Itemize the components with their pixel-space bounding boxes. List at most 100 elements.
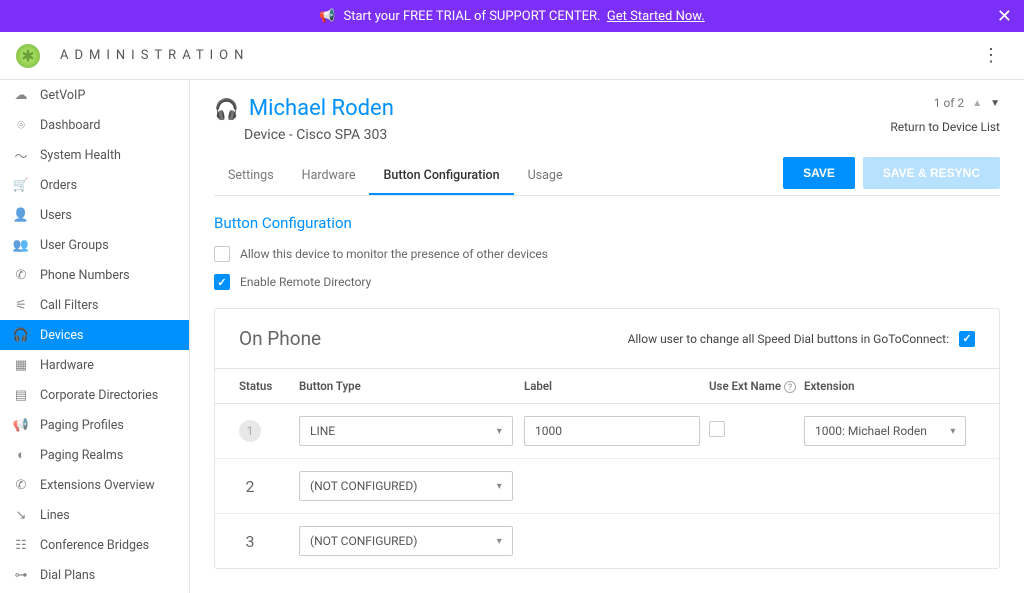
tab-settings[interactable]: Settings: [214, 158, 288, 195]
table-row: 3 (NOT CONFIGURED): [215, 514, 999, 568]
sidebar-item-label: Corporate Directories: [40, 388, 158, 403]
col-btype: Button Type: [299, 379, 524, 393]
sidebar-item-extensions-overview[interactable]: ✆Extensions Overview: [0, 470, 189, 500]
paginator-prev-icon[interactable]: ▲: [972, 98, 982, 109]
sidebar-icon: 🛒: [12, 177, 30, 193]
sidebar-item-call-filters[interactable]: ⚟ Call Filters: [0, 290, 189, 320]
headset-icon: 🎧: [214, 97, 239, 121]
paginator: 1 of 2 ▲ ▼: [890, 96, 1000, 110]
paginator-next-icon[interactable]: ▼: [990, 98, 1000, 109]
label-input[interactable]: 1000: [524, 416, 700, 446]
sidebar-item-users[interactable]: 👤 Users: [0, 200, 189, 230]
panel-title: On Phone: [239, 327, 321, 350]
sidebar-item-system-health[interactable]: 〜System Health: [0, 140, 189, 170]
allow-speed-dial-checkbox[interactable]: [959, 331, 975, 347]
sidebar-icon: 👥: [12, 237, 30, 253]
table-row: 1 LINE 1000 1000: Michael Roden: [215, 404, 999, 459]
app-logo-icon[interactable]: [16, 44, 40, 68]
sidebar-icon: ▦: [12, 357, 30, 373]
section-title: Button Configuration: [214, 214, 1000, 232]
sidebar-item-label: Hardware: [40, 358, 94, 373]
save-resync-button: SAVE & RESYNC: [863, 157, 1000, 189]
paginator-text: 1 of 2: [934, 96, 964, 110]
extension-select[interactable]: 1000: Michael Roden: [804, 416, 966, 446]
sidebar-item-label: Phone Numbers: [40, 268, 130, 283]
sidebar-item-label: Call Filters: [40, 298, 99, 313]
allow-speed-dial-label: Allow user to change all Speed Dial butt…: [628, 332, 949, 346]
save-button[interactable]: SAVE: [783, 157, 855, 189]
sidebar-item-label: Devices: [40, 328, 83, 343]
sidebar-icon: ⌾: [12, 117, 30, 133]
col-ext: Extension: [804, 379, 975, 393]
col-uext: Use Ext Name?: [709, 379, 804, 393]
sidebar-icon: 📢: [12, 417, 30, 433]
col-status: Status: [239, 379, 299, 393]
sidebar-item-phone-numbers[interactable]: ✆ Phone Numbers: [0, 260, 189, 290]
sidebar-item-label: Paging Profiles: [40, 418, 124, 433]
sidebar-item-corporate-directories[interactable]: ▤ Corporate Directories: [0, 380, 189, 410]
kebab-icon: [982, 50, 1000, 65]
sidebar-icon: ☷: [12, 537, 30, 553]
button-type-select[interactable]: (NOT CONFIGURED): [299, 471, 513, 501]
sidebar-item-getvoip[interactable]: ☁GetVoIP: [0, 80, 189, 110]
sidebar-item-label: System Health: [40, 148, 121, 163]
sidebar-item-lines[interactable]: ↘Lines: [0, 500, 189, 530]
monitor-presence-checkbox[interactable]: [214, 246, 230, 262]
sidebar-item-hardware[interactable]: ▦ Hardware: [0, 350, 189, 380]
sidebar-item-paging-profiles[interactable]: 📢 Paging Profiles: [0, 410, 189, 440]
main-content: 🎧 Michael Roden Device - Cisco SPA 303 1…: [190, 80, 1024, 593]
sidebar-item-user-groups[interactable]: 👥User Groups: [0, 230, 189, 260]
sidebar-item-label: Dashboard: [40, 118, 100, 133]
page-title[interactable]: Michael Roden: [249, 96, 394, 121]
app-title: ADMINISTRATION: [60, 48, 249, 63]
sidebar-item-label: Users: [40, 208, 72, 223]
row-number: 2: [239, 477, 261, 496]
use-ext-name-checkbox[interactable]: [709, 421, 725, 437]
status-badge: 1: [239, 420, 261, 442]
header-menu-button[interactable]: [974, 37, 1008, 74]
on-phone-panel: On Phone Allow user to change all Speed …: [214, 308, 1000, 569]
button-type-select[interactable]: (NOT CONFIGURED): [299, 526, 513, 556]
sidebar-icon: ✆: [12, 477, 30, 493]
sidebar-item-label: Lines: [40, 508, 70, 523]
sidebar-item-orders[interactable]: 🛒 Orders: [0, 170, 189, 200]
sidebar-item-paging-realms[interactable]: ◐ Paging Realms: [0, 440, 189, 470]
banner-link[interactable]: Get Started Now.: [607, 9, 705, 24]
banner-text: Start your FREE TRIAL of SUPPORT CENTER.: [343, 9, 600, 24]
remote-directory-label: Enable Remote Directory: [240, 275, 371, 289]
sidebar-item-conference-bridges[interactable]: ☷ Conference Bridges: [0, 530, 189, 560]
app-header: ADMINISTRATION: [0, 32, 1024, 80]
table-header: Status Button Type Label Use Ext Name? E…: [215, 369, 999, 404]
help-icon[interactable]: ?: [784, 381, 796, 393]
close-icon[interactable]: ✕: [997, 6, 1012, 27]
row-number: 3: [239, 532, 261, 551]
sidebar-icon: ⚟: [12, 297, 30, 313]
sidebar-icon: ▤: [12, 387, 30, 403]
monitor-presence-label: Allow this device to monitor the presenc…: [240, 247, 548, 261]
tab-button-configuration[interactable]: Button Configuration: [369, 158, 513, 195]
sidebar-icon: 🎧: [12, 327, 30, 343]
tab-hardware[interactable]: Hardware: [288, 158, 370, 195]
tab-usage[interactable]: Usage: [514, 158, 577, 195]
sidebar-item-label: Conference Bridges: [40, 538, 149, 553]
tab-bar: SettingsHardwareButton ConfigurationUsag…: [214, 157, 1000, 196]
sidebar-item-dial-plans[interactable]: ⊶ Dial Plans: [0, 560, 189, 590]
megaphone-icon: 📢: [319, 9, 335, 24]
button-type-select[interactable]: LINE: [299, 416, 513, 446]
sidebar: ☁GetVoIP ⌾ Dashboard 〜System Health 🛒 Orders 👤…: [0, 80, 190, 593]
sidebar-icon: ⊶: [12, 567, 30, 583]
sidebar-item-dashboard[interactable]: ⌾ Dashboard: [0, 110, 189, 140]
sidebar-icon: 👤: [12, 207, 30, 223]
col-label: Label: [524, 379, 709, 393]
sidebar-icon: ✆: [12, 267, 30, 283]
return-link[interactable]: Return to Device List: [890, 120, 1000, 134]
sidebar-item-label: Paging Realms: [40, 448, 123, 463]
sidebar-item-label: GetVoIP: [40, 88, 85, 103]
sidebar-item-label: Dial Plans: [40, 568, 95, 583]
table-row: 2 (NOT CONFIGURED): [215, 459, 999, 514]
remote-directory-checkbox[interactable]: [214, 274, 230, 290]
trial-banner: 📢 Start your FREE TRIAL of SUPPORT CENTE…: [0, 0, 1024, 32]
sidebar-item-label: Orders: [40, 178, 77, 193]
sidebar-item-devices[interactable]: 🎧 Devices: [0, 320, 189, 350]
sidebar-icon: ◐: [12, 447, 30, 463]
